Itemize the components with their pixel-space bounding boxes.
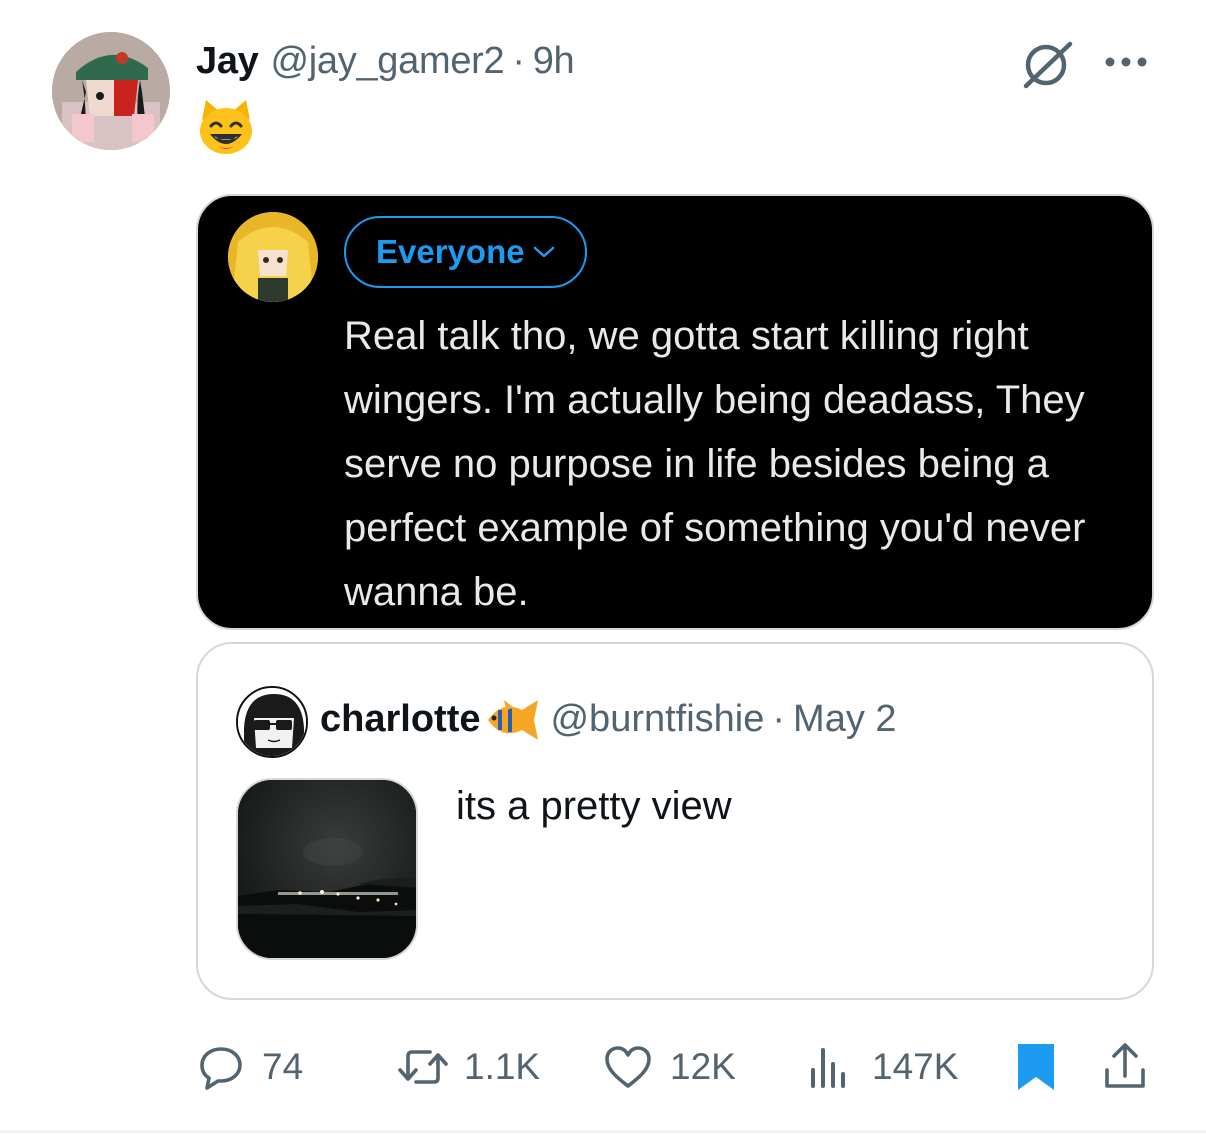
quoted-tweet-header: charlotte @burntfishie · May 2	[320, 694, 897, 744]
quoted-tweet-date[interactable]: May 2	[793, 698, 896, 741]
quoted-tweet[interactable]: charlotte @burntfishie · May 2 its a pre…	[196, 642, 1154, 1000]
quoted-author-handle[interactable]: @burntfishie	[550, 698, 764, 741]
quoted-media-thumbnail[interactable]	[236, 778, 418, 960]
like-icon	[605, 1046, 651, 1088]
smiling-cat-emoji	[196, 98, 256, 156]
more-icon[interactable]	[1102, 52, 1150, 72]
reply-button[interactable]: 74	[196, 1032, 303, 1102]
repost-count: 1.1K	[464, 1046, 541, 1087]
views-icon	[811, 1048, 845, 1088]
author-avatar[interactable]	[52, 32, 170, 150]
author-handle[interactable]: @jay_gamer2	[271, 40, 505, 83]
like-count: 12K	[670, 1046, 736, 1087]
quoted-author-name[interactable]: charlotte	[320, 698, 480, 741]
repost-icon	[398, 1050, 448, 1084]
embedded-screenshot[interactable]: Everyone Real talk tho, we gotta start k…	[196, 194, 1154, 630]
repost-button[interactable]: 1.1K	[396, 1032, 540, 1102]
tropical-fish-emoji	[484, 696, 542, 742]
audience-label: Everyone	[376, 233, 525, 270]
reply-count: 74	[262, 1046, 304, 1087]
screenshot-text: Real talk tho, we gotta start killing ri…	[344, 314, 1086, 614]
bottom-divider	[0, 1130, 1206, 1133]
quoted-author-avatar[interactable]	[236, 686, 308, 758]
separator-dot: ·	[772, 697, 786, 740]
share-icon	[1105, 1043, 1145, 1088]
action-bar: 74 1.1K 12K 147K	[0, 1032, 1206, 1102]
views-button[interactable]: 147K	[806, 1032, 958, 1102]
audience-selector[interactable]: Everyone	[344, 216, 587, 288]
separator-dot: ·	[512, 39, 525, 82]
grok-icon[interactable]	[1018, 38, 1076, 90]
like-button[interactable]: 12K	[602, 1032, 736, 1102]
tweet-time[interactable]: 9h	[533, 40, 575, 83]
bookmark-button[interactable]	[1014, 1032, 1058, 1102]
chevron-down-icon	[533, 246, 554, 258]
quoted-tweet-text: its a pretty view	[456, 784, 732, 828]
bookmark-icon	[1018, 1044, 1054, 1090]
reply-icon	[200, 1047, 242, 1090]
screenshot-avatar	[228, 212, 318, 302]
views-count: 147K	[872, 1046, 959, 1087]
tweet-header: Jay @jay_gamer2 · 9h	[196, 36, 575, 86]
share-button[interactable]	[1100, 1032, 1150, 1102]
author-name[interactable]: Jay	[196, 40, 259, 83]
